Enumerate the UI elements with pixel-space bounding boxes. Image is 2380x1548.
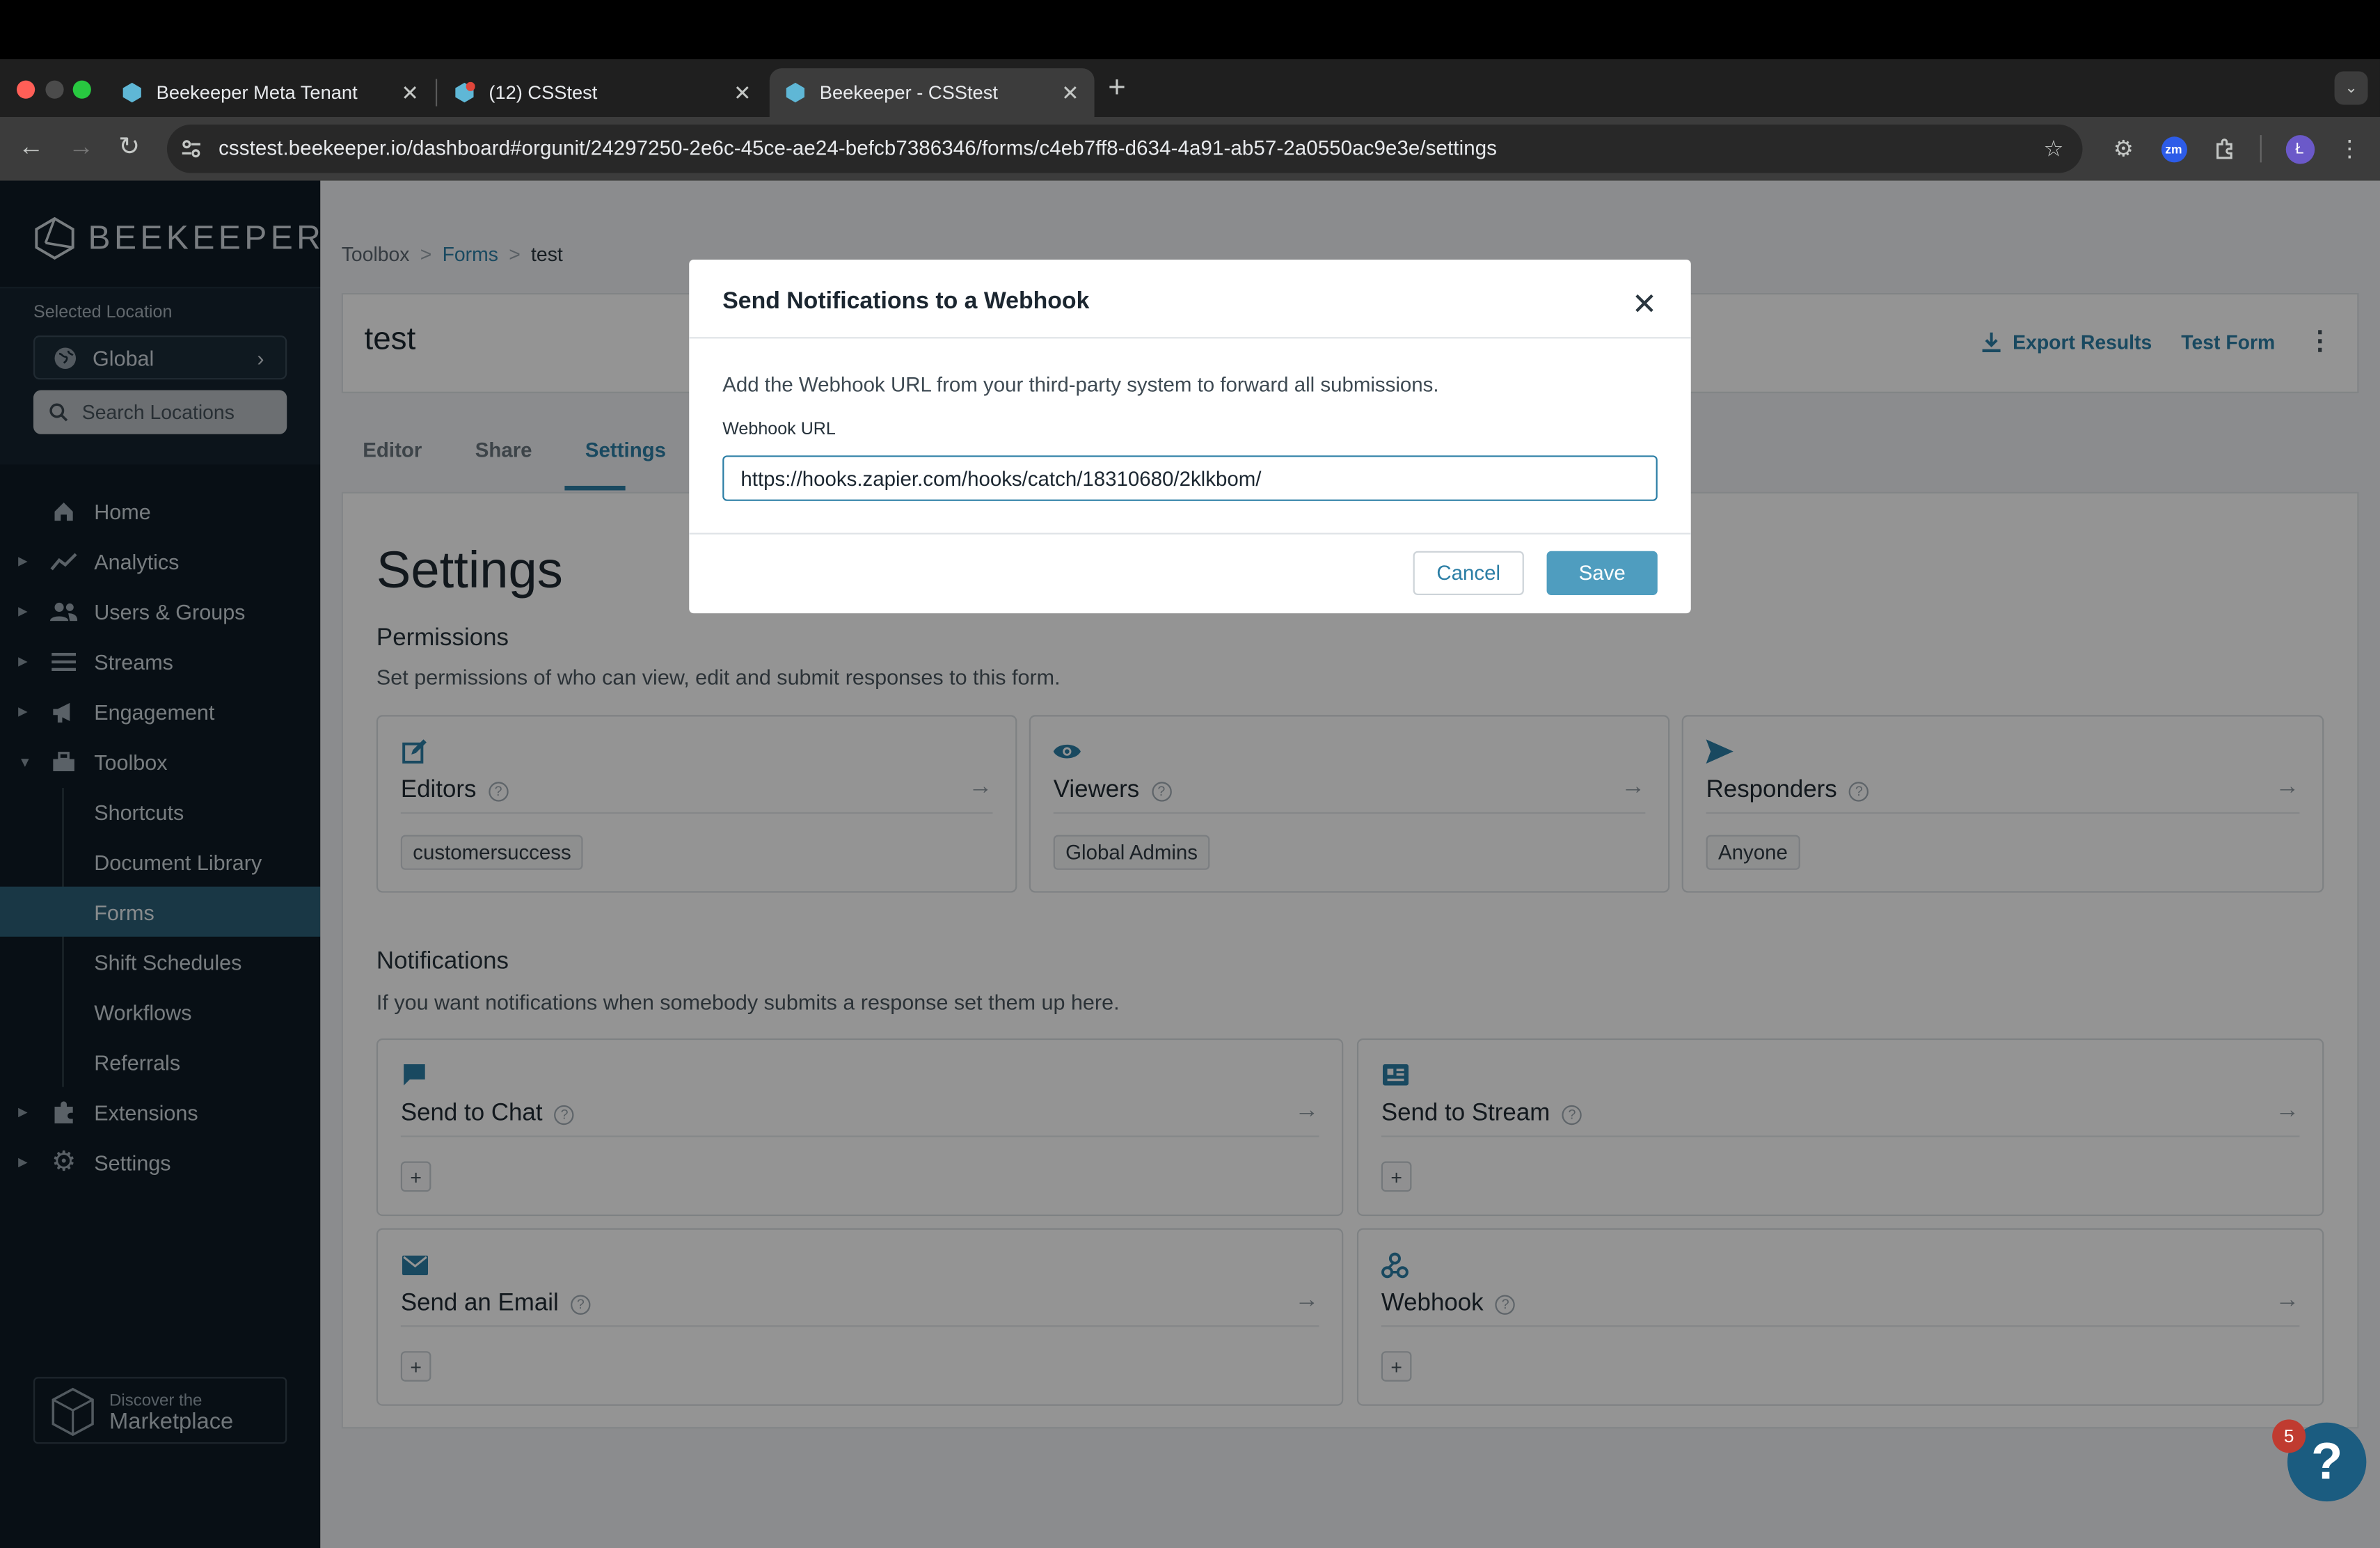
zoom-extension-icon[interactable]: zm <box>2159 134 2189 164</box>
window-zoom-button[interactable] <box>72 80 91 99</box>
tab-title: (12) CSStest <box>489 81 598 104</box>
tab-close-icon[interactable]: ✕ <box>1061 80 1079 106</box>
browser-tab-csstest-active[interactable]: Beekeeper - CSStest ✕ <box>769 68 1095 117</box>
modal-description: Add the Webhook URL from your third-part… <box>722 373 1439 397</box>
profile-avatar[interactable]: Ł <box>2285 134 2315 164</box>
tab-close-icon[interactable]: ✕ <box>401 80 419 106</box>
window-close-button[interactable] <box>16 80 35 99</box>
cancel-button[interactable]: Cancel <box>1413 551 1524 595</box>
webhook-url-input[interactable] <box>722 455 1658 501</box>
bookmark-star-icon[interactable]: ☆ <box>2038 134 2069 164</box>
save-button[interactable]: Save <box>1546 551 1658 595</box>
site-info-icon[interactable] <box>176 134 207 164</box>
beekeeper-notification-favicon-icon <box>454 81 475 104</box>
tab-search-chevron-icon[interactable]: ⌄ <box>2334 71 2368 105</box>
modal-footer-divider <box>689 532 1691 535</box>
tab-title: Beekeeper - CSStest <box>819 81 998 104</box>
webhook-url-label: Webhook URL <box>722 420 836 439</box>
tab-close-icon[interactable]: ✕ <box>733 80 752 106</box>
browser-menu-kebab-icon[interactable]: ⋮ <box>2335 134 2365 164</box>
help-notification-badge: 5 <box>2272 1419 2306 1453</box>
new-tab-plus-icon[interactable]: + <box>1108 72 1125 106</box>
extensions-puzzle-icon[interactable] <box>2210 134 2241 164</box>
back-arrow-icon[interactable]: ← <box>18 132 44 163</box>
forward-arrow-icon[interactable]: → <box>68 132 94 163</box>
toolbar-divider <box>2260 135 2262 163</box>
beekeeper-favicon-icon <box>785 82 807 104</box>
browser-tab-meta-tenant[interactable]: Beekeeper Meta Tenant ✕ <box>106 68 434 117</box>
address-bar-url[interactable]: csstest.beekeeper.io/dashboard#orgunit/2… <box>219 136 1497 159</box>
reload-icon[interactable]: ↻ <box>118 132 140 163</box>
modal-title: Send Notifications to a Webhook <box>722 288 1090 315</box>
browser-tab-csstest-chat[interactable]: (12) CSStest ✕ <box>438 68 766 117</box>
window-minimize-button[interactable] <box>45 80 64 99</box>
beekeeper-favicon-icon <box>121 82 143 104</box>
close-icon[interactable]: ✕ <box>1632 285 1658 324</box>
tab-separator <box>435 79 438 106</box>
webhook-modal: Send Notifications to a Webhook ✕ Add th… <box>689 259 1691 614</box>
extension-gear-icon[interactable]: ⚙ <box>2109 134 2139 164</box>
tab-title: Beekeeper Meta Tenant <box>156 81 358 104</box>
screen-top-bar <box>0 0 2380 60</box>
modal-header-divider <box>689 337 1691 339</box>
